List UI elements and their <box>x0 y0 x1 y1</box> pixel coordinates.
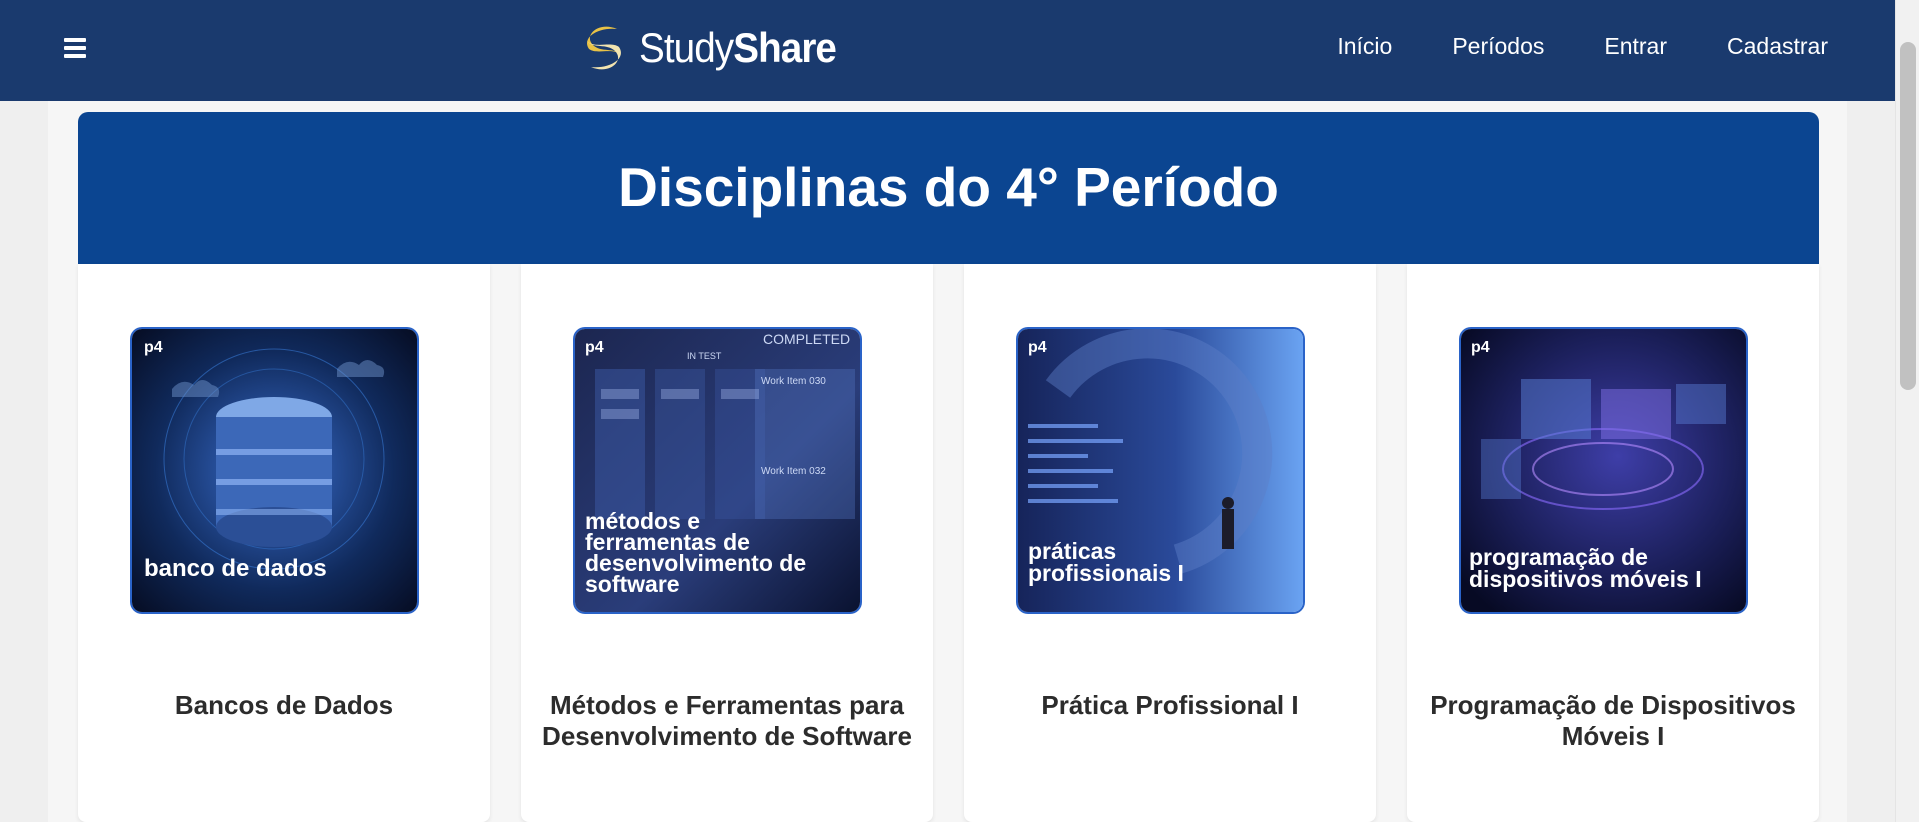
hamburger-menu-icon[interactable] <box>64 36 92 60</box>
brand-logo[interactable]: StudyShare <box>577 18 853 78</box>
svg-text:banco de dados: banco de dados <box>144 555 327 582</box>
course-card-pratica-profissional[interactable]: p4 práticas profissionais I Prática Prof… <box>964 264 1376 822</box>
course-thumbnail[interactable]: p4 práticas profissionais I <box>1018 329 1303 612</box>
page-title: Disciplinas do 4° Período <box>618 156 1279 218</box>
image-label: Work Item 032 <box>761 466 826 477</box>
brand-name: StudyShare <box>639 24 837 72</box>
brand-name-share: Share <box>733 24 837 71</box>
brand-name-study: Study <box>639 24 734 71</box>
course-thumbnail[interactable]: p4 banco de dados <box>132 329 417 612</box>
course-thumbnail[interactable]: p4 programação de dispositivos móveis I <box>1461 329 1746 612</box>
card-badge: p4 <box>1028 339 1047 356</box>
course-card-bancos-de-dados[interactable]: p4 banco de dados Bancos de Dados <box>78 264 490 822</box>
vertical-scrollbar[interactable] <box>1895 0 1919 822</box>
top-navbar: StudyShare Início Períodos Entrar Cadast… <box>0 0 1919 101</box>
image-label: COMPLETED <box>763 331 850 347</box>
scrollbar-thumb[interactable] <box>1900 42 1916 390</box>
card-badge: p4 <box>585 339 604 356</box>
nav-link-entrar[interactable]: Entrar <box>1604 33 1667 60</box>
card-badge: p4 <box>1471 339 1490 356</box>
course-title[interactable]: Bancos de Dados <box>88 690 480 721</box>
nav-link-inicio[interactable]: Início <box>1337 33 1392 60</box>
image-label: IN TEST <box>687 351 722 361</box>
course-thumbnail[interactable]: IN TEST COMPLETED Work Item 030 Work Ite… <box>575 329 860 612</box>
hero-banner: Disciplinas do 4° Período <box>78 112 1819 264</box>
course-cards: p4 banco de dados Bancos de Dados IN TES… <box>78 264 1819 822</box>
course-title[interactable]: Métodos e Ferramentas para Desenvolvimen… <box>531 690 923 752</box>
image-label: Work Item 030 <box>761 376 826 387</box>
nav-link-periodos[interactable]: Períodos <box>1452 33 1544 60</box>
course-title[interactable]: Programação de Dispositivos Móveis I <box>1417 690 1809 752</box>
course-card-metodos-ferramentas[interactable]: IN TEST COMPLETED Work Item 030 Work Ite… <box>521 264 933 822</box>
card-badge: p4 <box>144 339 163 356</box>
nav-links: Início Períodos Entrar Cadastrar <box>1337 33 1828 60</box>
studyshare-logo-icon <box>587 26 621 70</box>
course-title[interactable]: Prática Profissional I <box>974 690 1366 721</box>
nav-link-cadastrar[interactable]: Cadastrar <box>1727 33 1828 60</box>
course-card-programacao-dispositivos-moveis[interactable]: p4 programação de dispositivos móveis I … <box>1407 264 1819 822</box>
